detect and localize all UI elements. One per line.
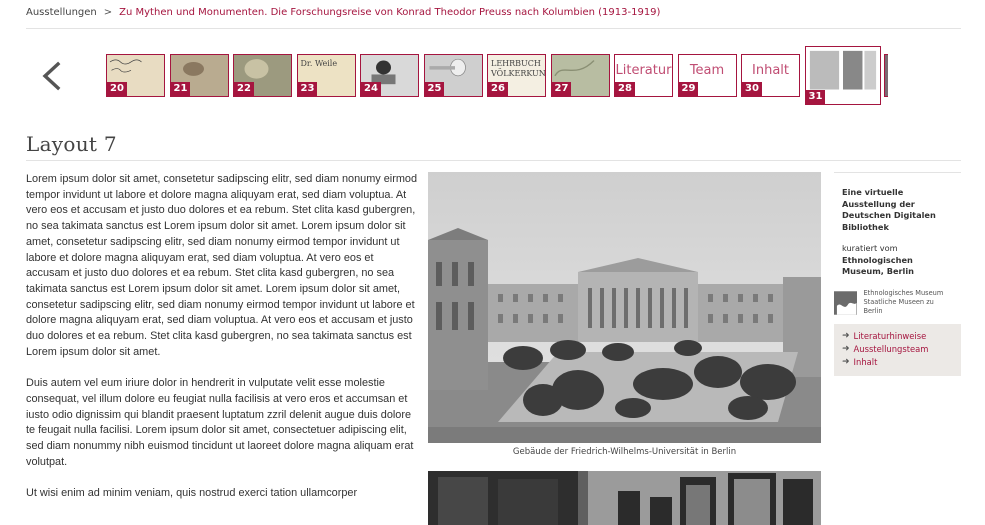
thumbnail-next-peek[interactable] (884, 54, 888, 97)
breadcrumb: Ausstellungen > Zu Mythen und Monumenten. … (26, 7, 660, 18)
thumbnail-number: 21 (170, 82, 191, 96)
thumbnail-27[interactable]: 27 (550, 54, 610, 97)
museum-interior-photo[interactable] (428, 471, 821, 525)
thumbnail-24[interactable]: 24 (360, 54, 419, 97)
thumbnail-number: 26 (488, 82, 508, 96)
page-title: Layout 7 (26, 132, 117, 156)
thumbnail-number: 31 (805, 90, 826, 104)
thumbnail-number: 22 (234, 82, 254, 96)
divider (26, 28, 961, 29)
breadcrumb-current-link[interactable]: Zu Mythen und Monumenten. Die Forschungs… (119, 7, 660, 18)
paragraph: Duis autem vel eum iriure dolor in hendr… (26, 377, 414, 468)
arrow-right-icon: ➜ (842, 343, 850, 354)
link-label: Literaturhinweise (853, 330, 927, 341)
thumbnail-21[interactable]: 21 (169, 54, 229, 97)
curator-name: Ethnologischen Museum, Berlin (842, 254, 914, 277)
thumbnail-25[interactable]: 25 (423, 54, 483, 97)
thumbnail-number: 27 (551, 82, 572, 96)
link-literaturhinweise[interactable]: ➜ Literaturhinweise (842, 330, 955, 343)
photo-caption: Gebäude der Friedrich-Wilhelms-Universit… (512, 447, 737, 457)
previous-page-button[interactable] (38, 60, 64, 92)
museum-logo[interactable]: Ethnologisches Museum Staatliche Museen … (834, 289, 953, 316)
university-photo[interactable] (428, 172, 821, 443)
thumbnail-label: Inhalt (752, 63, 789, 78)
sidebar: Eine virtuelle Ausstellung der Deutschen… (834, 172, 961, 376)
thumbnail-23[interactable]: Dr. Weile 23 (296, 54, 356, 97)
thumbnail-31[interactable]: 31 (804, 46, 881, 105)
thumbnail-number: 25 (424, 82, 445, 96)
curated-label: kuratiert vom (842, 242, 898, 253)
thumbnail-29[interactable]: Team 29 (677, 54, 737, 97)
exhibition-info: Eine virtuelle Ausstellung der Deutschen… (834, 173, 961, 278)
link-label: Inhalt (853, 356, 878, 367)
thumbnail-30[interactable]: Inhalt 30 (741, 54, 800, 97)
thumbnail-number: 29 (678, 82, 699, 96)
paragraph: Lorem ipsum dolor sit amet, consetetur s… (26, 173, 418, 358)
chevron-left-icon (42, 61, 61, 91)
thumbnail-number: 28 (615, 82, 635, 96)
thumbnail-number: 30 (742, 82, 762, 96)
article-body: Lorem ipsum dolor sit amet, consetetur s… (26, 172, 420, 517)
quick-links: ➜ Literaturhinweise ➜ Ausstellungsteam ➜ In… (834, 323, 961, 376)
thumbnail-text: LEHRBUCH VÖLKERKUNDE (491, 59, 546, 78)
divider (26, 160, 961, 161)
thumbnail-number: 24 (361, 82, 381, 96)
thumbnail-22[interactable]: 22 (233, 54, 292, 97)
thumbnail-strip[interactable]: 20 21 22 Dr. Weile 23 24 25 LEHRBUCH VÖLKERKUND… (106, 46, 888, 106)
thumbnail-number: 20 (107, 82, 127, 96)
exhibition-intro: Eine virtuelle Ausstellung der Deutschen… (842, 187, 936, 233)
link-inhalt[interactable]: ➜ Inhalt (842, 356, 955, 369)
thumbnail-label: Team (689, 63, 725, 78)
paragraph: Ut wisi enim ad minim veniam, quis nostr… (26, 487, 358, 500)
thumbnail-26[interactable]: LEHRBUCH VÖLKERKUNDE 26 (487, 54, 546, 97)
breadcrumb-home-link[interactable]: Ausstellungen (26, 7, 97, 18)
thumbnail-number: 23 (297, 82, 318, 96)
thumbnail-text: Dr. Weile (300, 59, 338, 68)
link-label: Ausstellungsteam (853, 343, 929, 354)
museum-name: Ethnologisches Museum (863, 289, 944, 298)
museum-subtitle: Staatliche Museen zu Berlin (863, 298, 934, 316)
thumbnail-20[interactable]: 20 (106, 54, 165, 97)
breadcrumb-separator: > (103, 7, 113, 18)
link-ausstellungsteam[interactable]: ➜ Ausstellungsteam (842, 343, 955, 356)
thumbnail-label: Literatur (615, 63, 672, 78)
museum-emblem-icon (834, 291, 858, 315)
thumbnail-28[interactable]: Literatur 28 (614, 54, 673, 97)
arrow-right-icon: ➜ (842, 356, 850, 367)
arrow-right-icon: ➜ (842, 330, 850, 341)
